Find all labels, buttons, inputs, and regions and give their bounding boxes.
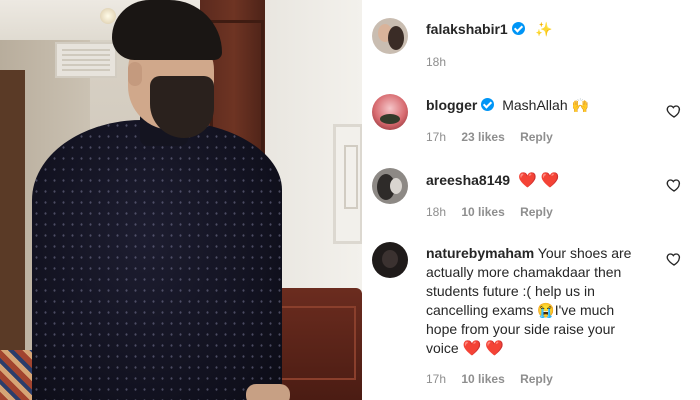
comment-time: 18h: [426, 205, 447, 219]
comment-body-blogger: blogger MashAllah 🙌: [426, 96, 589, 115]
author-post-time: 18h: [426, 55, 447, 69]
photo-ceiling-light: [100, 8, 116, 24]
comment-time: 17h: [426, 130, 447, 144]
comment-meta-naturebymaham: 17h 10 likes Reply: [426, 372, 565, 386]
reply-button[interactable]: Reply: [520, 130, 553, 144]
author-avatar[interactable]: [372, 18, 408, 54]
photo-wall-frame: [333, 124, 362, 244]
post-photo[interactable]: [0, 0, 362, 400]
photo-door: [0, 70, 25, 360]
heart-outline-icon[interactable]: [666, 103, 682, 119]
raising-hands-emoji: 🙌: [571, 97, 589, 113]
comment-likes-button[interactable]: 10 likes: [461, 372, 504, 386]
comment-body-naturebymaham: naturebymaham Your shoes are actually mo…: [426, 244, 666, 358]
hearts-emoji: ❤️ ❤️: [462, 340, 505, 357]
comment-meta-blogger: 17h 23 likes Reply: [426, 130, 565, 144]
comment-text-line: voice: [426, 340, 459, 356]
comment-likes-button[interactable]: 23 likes: [461, 130, 504, 144]
comment-text-line: hope from your side raise your: [426, 321, 616, 337]
sparkles-emoji: ✨: [535, 21, 553, 37]
comment-text-line: students future :( help us in: [426, 283, 595, 299]
photo-person-torso: [32, 120, 282, 400]
heart-outline-icon[interactable]: [666, 251, 682, 267]
comments-panel: falakshabir1 ✨ 18h blogger MashAllah 🙌 1…: [362, 0, 700, 400]
verified-badge-icon: [511, 22, 525, 35]
comment-text-line: cancelling exams: [426, 302, 534, 318]
comment-avatar-blogger[interactable]: [372, 94, 408, 130]
comment-username-naturebymaham[interactable]: naturebymaham: [426, 245, 534, 261]
photo-person-hand: [246, 384, 290, 400]
comment-time: 17h: [426, 372, 447, 386]
comment-avatar-naturebymaham[interactable]: [372, 242, 408, 278]
reply-button[interactable]: Reply: [520, 372, 553, 386]
reply-button[interactable]: Reply: [520, 205, 553, 219]
hearts-emoji: ❤️ ❤️: [517, 172, 560, 189]
author-username[interactable]: falakshabir1: [426, 21, 508, 37]
comment-avatar-areesha8149[interactable]: [372, 168, 408, 204]
comment-likes-button[interactable]: 10 likes: [461, 205, 504, 219]
comment-body-areesha8149: areesha8149 ❤️ ❤️: [426, 171, 560, 190]
comment-meta-areesha8149: 18h 10 likes Reply: [426, 205, 565, 219]
photo-person-ear: [128, 62, 142, 86]
comment-username-blogger[interactable]: blogger: [426, 97, 477, 113]
crying-face-emoji: 😭: [537, 302, 555, 318]
comment-text-line: actually more chamakdaar then: [426, 264, 622, 280]
comment-text-line: I've much: [554, 302, 615, 318]
heart-outline-icon[interactable]: [666, 177, 682, 193]
comment-text-line: Your shoes are: [537, 245, 632, 261]
author-caption-row: falakshabir1 ✨: [426, 21, 553, 39]
comment-username-areesha8149[interactable]: areesha8149: [426, 172, 510, 188]
verified-badge-icon: [481, 98, 495, 111]
photo-air-vent: [55, 42, 117, 78]
comment-text-blogger: MashAllah: [502, 97, 568, 113]
